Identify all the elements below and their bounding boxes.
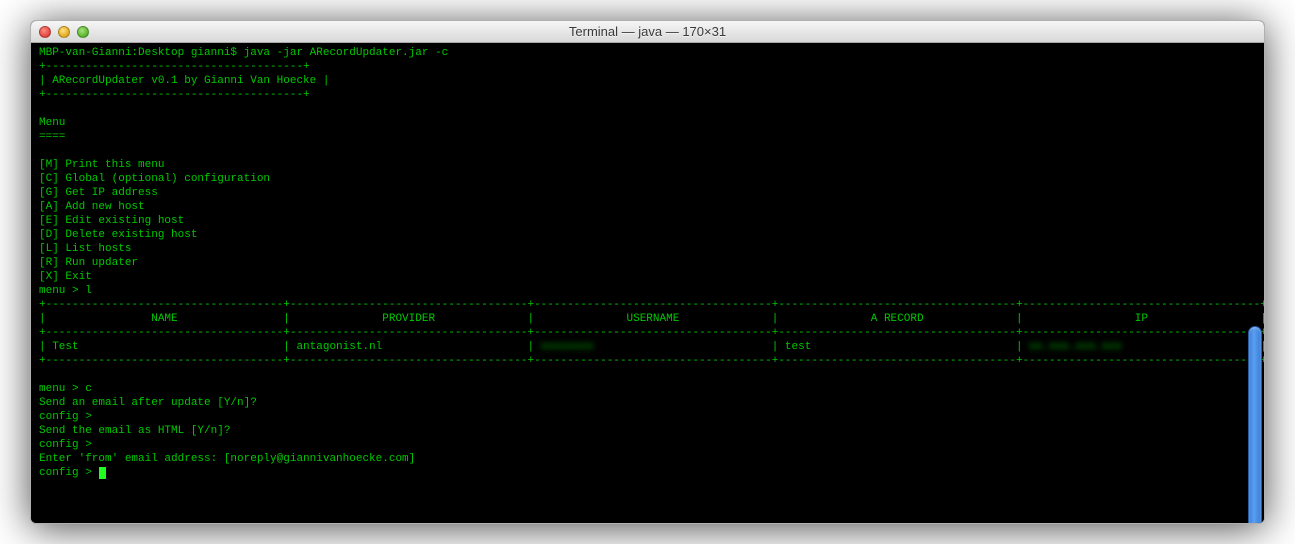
zoom-icon[interactable] (77, 26, 89, 38)
traffic-lights (39, 26, 89, 38)
titlebar: Terminal — java — 170×31 (31, 21, 1264, 43)
menu-item: [M] Print this menu (39, 159, 164, 171)
terminal-body[interactable]: MBP-van-Gianni:Desktop gianni$ java -jar… (31, 43, 1264, 523)
menu-item: [C] Global (optional) configuration (39, 173, 270, 185)
menu-underline: ==== (39, 131, 65, 143)
table-sep: +------------------------------------+--… (39, 299, 1265, 311)
config-prompt: config > (39, 467, 98, 479)
menu-header: Menu (39, 117, 65, 129)
table-row: | Test | antagonist.nl | xxxxxxxx | test… (39, 341, 1265, 353)
menu-item: [D] Delete existing host (39, 229, 197, 241)
config-question: Enter 'from' email address: [noreply@gia… (39, 453, 415, 465)
box-title: | ARecordUpdater v0.1 by Gianni Van Hoec… (39, 75, 329, 87)
minimize-icon[interactable] (58, 26, 70, 38)
close-icon[interactable] (39, 26, 51, 38)
terminal-output: MBP-van-Gianni:Desktop gianni$ java -jar… (39, 46, 1260, 480)
config-question: Send an email after update [Y/n]? (39, 397, 257, 409)
menu-item: [A] Add new host (39, 201, 145, 213)
menu-item: [R] Run updater (39, 257, 138, 269)
box-border: +---------------------------------------… (39, 89, 310, 101)
config-question: Send the email as HTML [Y/n]? (39, 425, 230, 437)
cursor-icon (99, 467, 106, 479)
menu-item: [L] List hosts (39, 243, 131, 255)
terminal-window: Terminal — java — 170×31 MBP-van-Gianni:… (30, 20, 1265, 524)
scrollbar-thumb[interactable] (1248, 326, 1262, 524)
menu-item: [E] Edit existing host (39, 215, 184, 227)
ip-redacted: xx.xxx.xxx.xxx (1029, 341, 1121, 353)
table-header: | NAME | PROVIDER | USERNAME | A RECORD … (39, 313, 1265, 325)
box-border: +---------------------------------------… (39, 61, 310, 73)
menu-item: [X] Exit (39, 271, 92, 283)
prompt-line: MBP-van-Gianni:Desktop gianni$ java -jar… (39, 47, 448, 59)
table-sep: +------------------------------------+--… (39, 327, 1265, 339)
menu-item: [G] Get IP address (39, 187, 158, 199)
menu-prompt: menu > l (39, 285, 92, 297)
config-prompt: config > (39, 411, 92, 423)
window-title: Terminal — java — 170×31 (31, 24, 1264, 39)
menu-prompt: menu > c (39, 383, 92, 395)
config-prompt: config > (39, 439, 92, 451)
table-sep: +------------------------------------+--… (39, 355, 1265, 367)
username-redacted: xxxxxxxx (541, 341, 594, 353)
